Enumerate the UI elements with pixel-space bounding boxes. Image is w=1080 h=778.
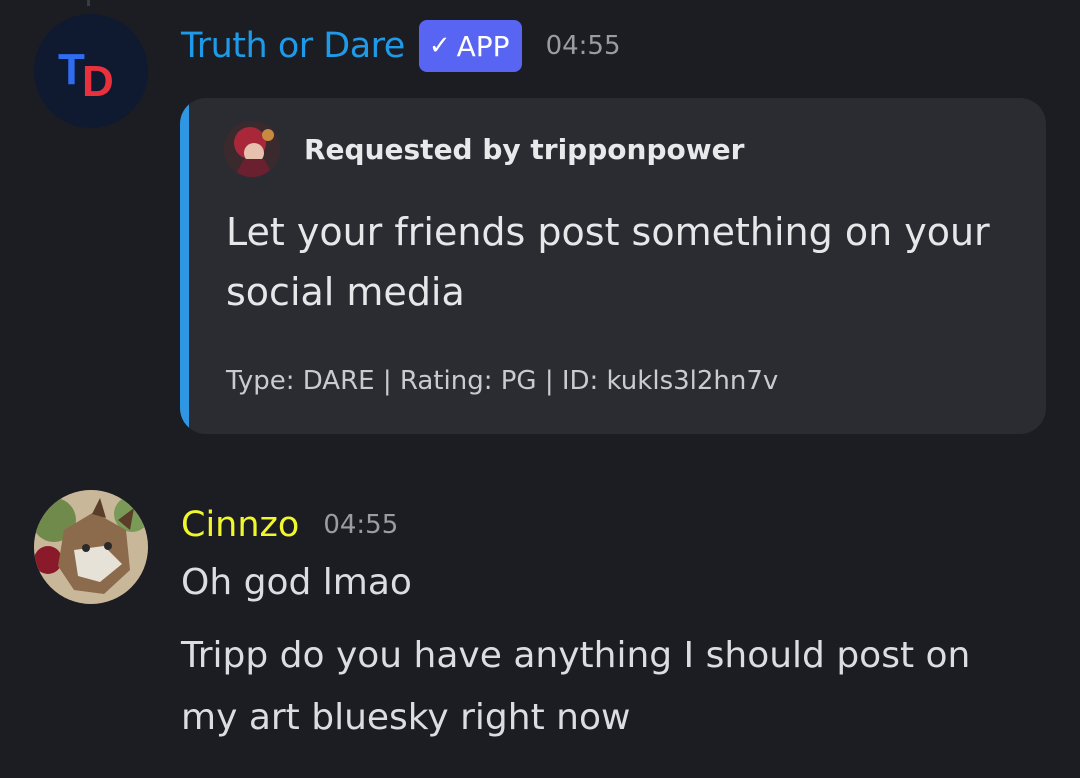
- dare-embed: Requested by tripponpower Let your frien…: [180, 98, 1046, 434]
- embed-footer: Type: DARE | Rating: PG | ID: kukls3l2hn…: [226, 366, 779, 396]
- divider-tick: [87, 0, 90, 6]
- embed-author: Requested by tripponpower: [224, 120, 744, 178]
- embed-author-name: Requested by tripponpower: [304, 132, 745, 166]
- cinnzo-avatar-icon: [34, 490, 148, 604]
- message-line-3: my art bluesky right now: [181, 697, 631, 738]
- requester-avatar-icon: [224, 121, 280, 177]
- bot-timestamp[interactable]: 04:55: [546, 31, 621, 61]
- bot-avatar[interactable]: T D: [34, 14, 148, 128]
- app-badge: ✓ APP: [418, 20, 522, 72]
- app-badge-label: APP: [456, 29, 510, 63]
- verified-check-icon: ✓: [428, 31, 451, 61]
- user-avatar[interactable]: [34, 490, 148, 604]
- svg-text:D: D: [82, 57, 114, 106]
- embed-description: Let your friends post something on your …: [226, 210, 990, 314]
- user-username[interactable]: Cinnzo: [181, 505, 299, 545]
- svg-text:T: T: [58, 45, 85, 94]
- user-timestamp[interactable]: 04:55: [323, 510, 398, 540]
- embed-accent-bar: [180, 98, 189, 434]
- message-line-1: Oh god lmao: [181, 562, 412, 603]
- chat-view: T D Truth or Dare ✓ APP 04:55 Requested …: [0, 0, 1080, 778]
- bot-username[interactable]: Truth or Dare: [181, 26, 405, 66]
- bot-message-header: Truth or Dare ✓ APP 04:55: [181, 18, 621, 74]
- requester-avatar[interactable]: [224, 121, 280, 177]
- user-message-header: Cinnzo 04:55: [181, 500, 398, 550]
- message-line-2: Tripp do you have anything I should post…: [181, 635, 971, 676]
- truth-or-dare-logo-icon: T D: [34, 14, 148, 128]
